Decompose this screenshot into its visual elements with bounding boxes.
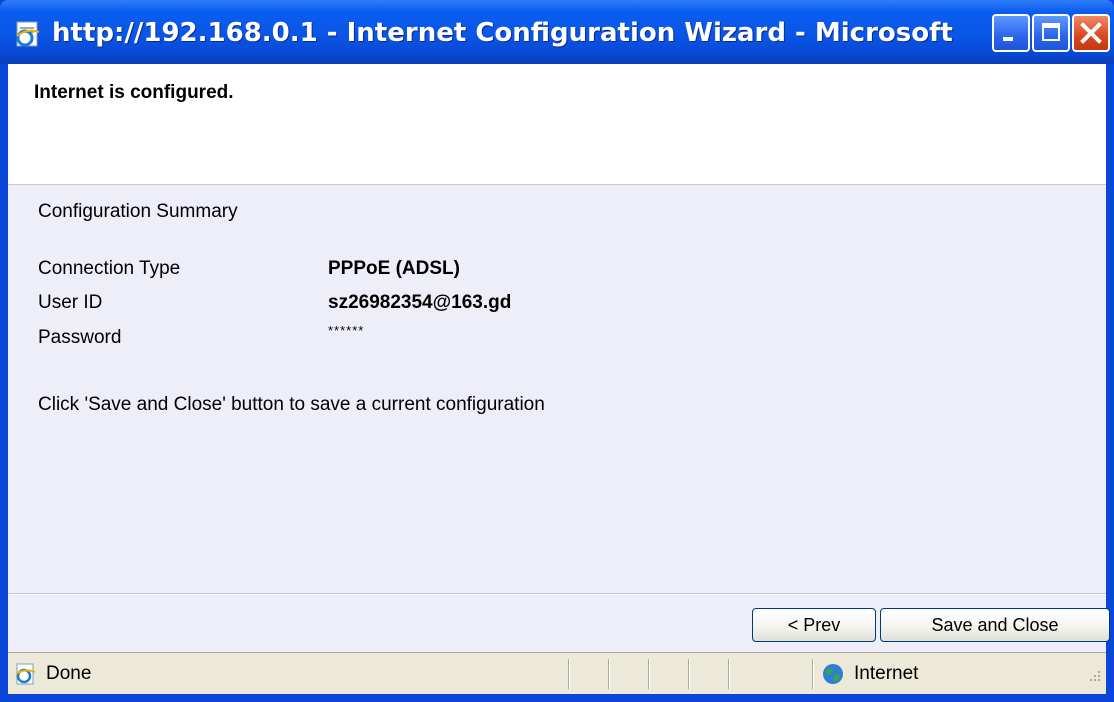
close-icon [1080,22,1102,44]
window-bottom-border [0,694,1114,702]
summary-label: Password [38,327,122,348]
ie-page-icon [16,21,40,47]
instruction-text: Click 'Save and Close' button to save a … [38,394,545,415]
close-button[interactable] [1072,14,1110,52]
page-title: Internet is configured. [34,82,234,103]
minimize-button[interactable] [992,14,1030,52]
summary-label: Connection Type [38,258,181,279]
status-text: Done [46,663,92,684]
prev-button[interactable]: < Prev [752,608,876,642]
minimize-icon [1003,37,1013,41]
window-title: http://192.168.0.1 - Internet Configurat… [52,18,957,48]
summary-value: sz26982354@163.gd [328,292,512,313]
globe-icon [823,664,843,684]
maximize-icon [1042,23,1060,41]
ie-page-icon [15,663,36,685]
wizard-header: Internet is configured. [8,64,1106,185]
status-divider [648,659,650,689]
save-and-close-button[interactable]: Save and Close [880,608,1110,642]
maximize-button[interactable] [1032,14,1070,52]
title-bar[interactable]: http://192.168.0.1 - Internet Configurat… [0,0,1114,64]
status-divider [688,659,690,689]
footer-divider [8,593,1106,595]
status-divider [608,659,610,689]
summary-value: PPPoE (ADSL) [328,258,460,279]
resize-grip-icon[interactable] [1084,667,1102,685]
browser-popup-window: http://192.168.0.1 - Internet Configurat… [0,0,1114,702]
wizard-page: Internet is configured. Configuration Su… [8,64,1110,652]
status-divider [812,659,814,689]
wizard-content: Configuration Summary Connection Type PP… [8,185,1106,590]
summary-value-masked: ****** [328,323,365,338]
summary-label: User ID [38,292,103,313]
status-divider [728,659,730,689]
security-zone-text: Internet [854,663,919,684]
status-divider [568,659,570,689]
summary-title: Configuration Summary [38,201,238,222]
status-bar: Done Internet [8,652,1106,695]
